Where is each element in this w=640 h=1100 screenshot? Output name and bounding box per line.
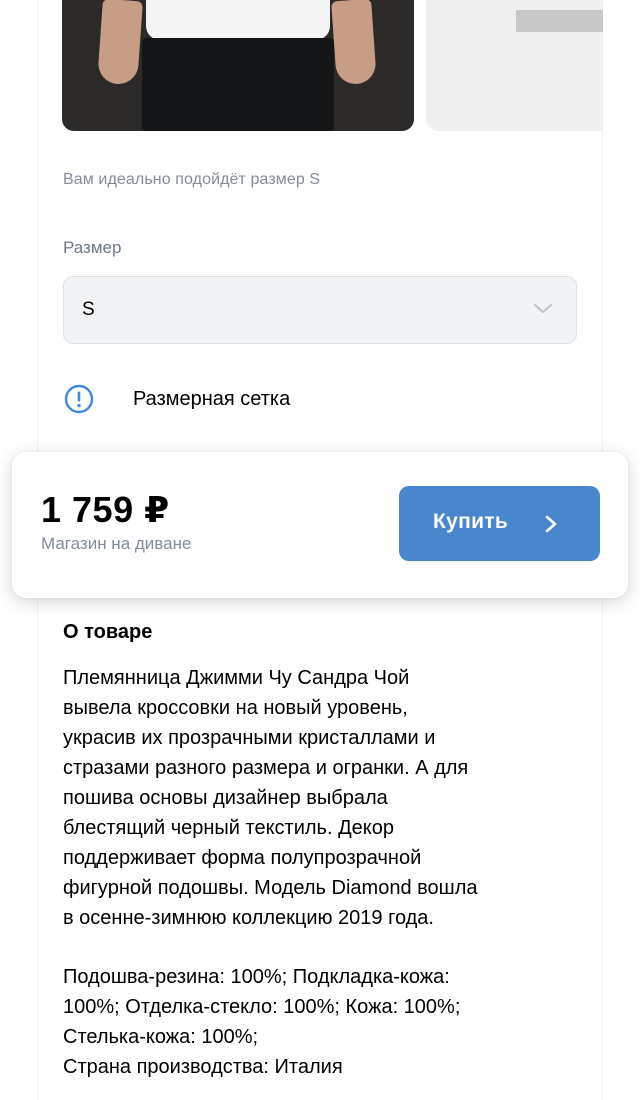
size-recommendation: Вам идеально подойдёт размер S xyxy=(63,171,321,188)
product-gallery[interactable] xyxy=(62,0,603,132)
description-line: Племянница Джимми Чу Сандра Чой xyxy=(63,667,410,689)
model-tshirt xyxy=(146,0,330,40)
chevron-right-icon xyxy=(545,515,557,533)
description-line: украсив их прозрачными кристаллами и xyxy=(63,727,436,749)
product-specs: Подошва-резина: 100%; Подкладка-кожа: 10… xyxy=(63,962,583,1082)
spec-line: 100%; Отделка-стекло: 100%; Кожа: 100%; xyxy=(63,996,461,1018)
description-line: поддерживает форма полупрозрачной xyxy=(63,847,422,869)
spec-line: Подошва-резина: 100%; Подкладка-кожа: xyxy=(63,966,450,988)
model-arm-left xyxy=(97,0,143,86)
buy-button[interactable]: Купить xyxy=(399,486,600,561)
buy-button-label: Купить xyxy=(433,510,509,533)
model-jeans xyxy=(142,38,334,131)
description-line: вывела кроссовки на новый уровень, xyxy=(63,697,408,719)
product-photo-second[interactable] xyxy=(426,0,603,131)
app-screen: Вам идеально подойдёт размер S Размер S … xyxy=(0,0,640,1100)
description-line: в осенне-зимнюю коллекцию 2019 года. xyxy=(63,907,434,929)
info-icon xyxy=(64,384,94,414)
price: 1 759 ₽ xyxy=(41,489,170,530)
about-title: О товаре xyxy=(63,621,153,643)
photo-detail xyxy=(516,10,603,32)
description-line: стразами разного размера и огранки. А дл… xyxy=(63,757,469,779)
size-field-label: Размер xyxy=(63,238,122,257)
size-chart-link[interactable]: Размерная сетка xyxy=(63,383,383,419)
chevron-down-icon xyxy=(534,304,552,313)
spec-line: Страна производства: Италия xyxy=(63,1056,343,1078)
spec-line: Стелька-кожа: 100%; xyxy=(63,1026,259,1048)
price-bar: 1 759 ₽ Магазин на диване Купить xyxy=(12,452,628,598)
seller-name[interactable]: Магазин на диване xyxy=(41,534,191,554)
size-select-value: S xyxy=(82,299,95,320)
description-line: фигурной подошвы. Модель Diamond вошла xyxy=(63,877,478,899)
model-arm-right xyxy=(331,0,377,86)
product-photo-main[interactable] xyxy=(62,0,414,131)
description-line: пошива основы дизайнер выбрала xyxy=(63,787,388,809)
product-description: Племянница Джимми Чу Сандра Чой вывела к… xyxy=(63,663,583,933)
description-line: блестящий черный текстиль. Декор xyxy=(63,817,394,839)
size-chart-label: Размерная сетка xyxy=(133,388,291,410)
size-select[interactable]: S xyxy=(63,276,577,344)
